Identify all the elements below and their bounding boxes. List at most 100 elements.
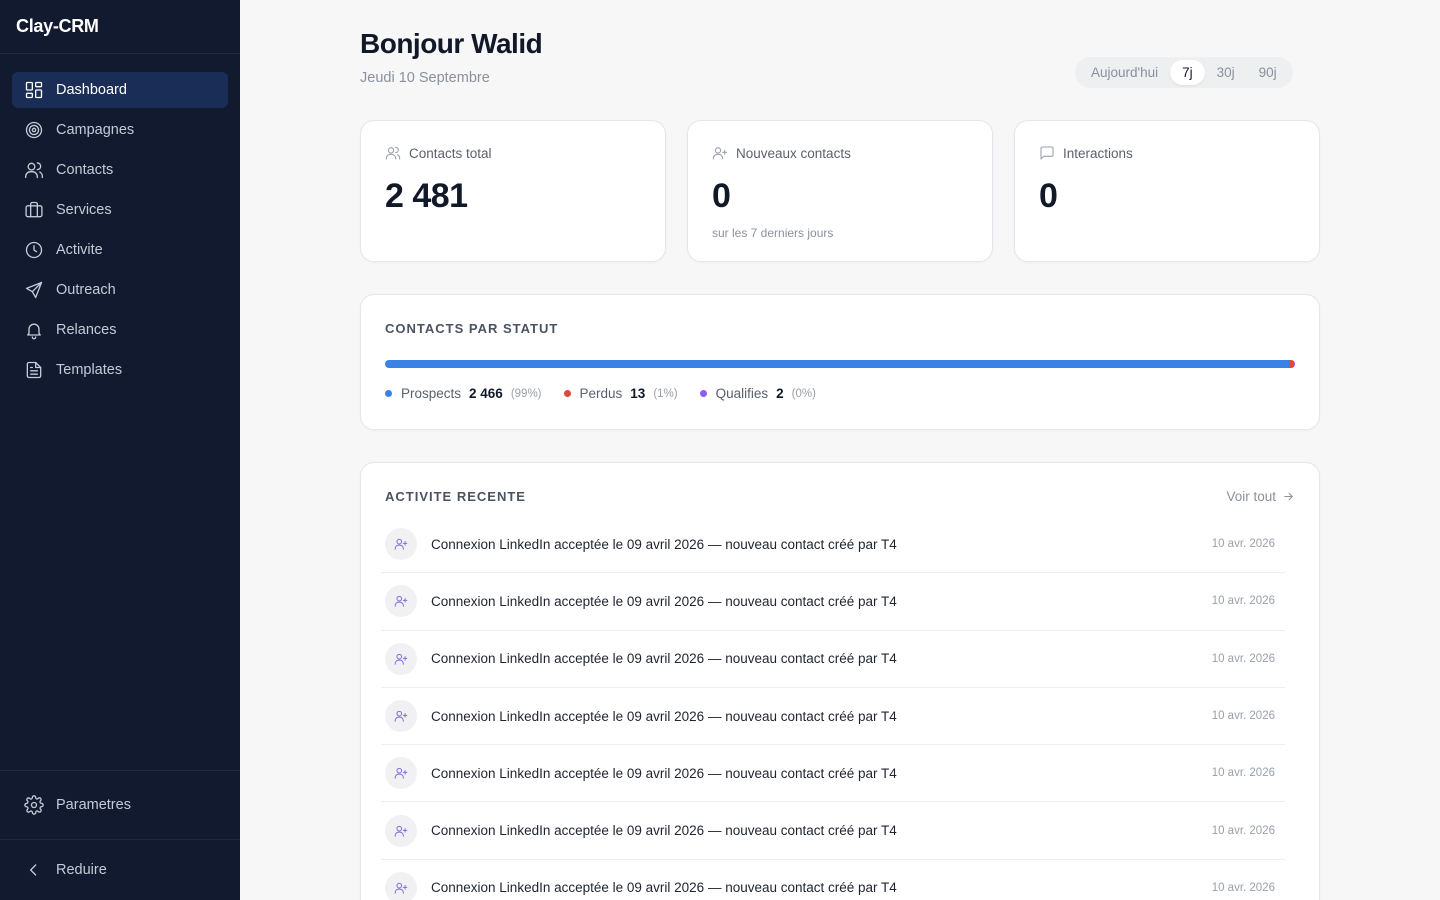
activity-time: 10 avr. 2026 — [1211, 538, 1275, 551]
see-all-label: Voir tout — [1226, 489, 1276, 504]
activity-row[interactable]: Connexion LinkedIn acceptée le 09 avril … — [381, 745, 1285, 803]
activity-time: 10 avr. 2026 — [1211, 595, 1275, 608]
legend-count: 13 — [630, 386, 646, 401]
user-plus-icon — [394, 825, 408, 837]
sidebar-item-label: Relances — [56, 322, 117, 338]
activity-text: Connexion LinkedIn acceptée le 09 avril … — [431, 536, 897, 552]
activity-time: 10 avr. 2026 — [1211, 652, 1275, 665]
activity-time: 10 avr. 2026 — [1211, 824, 1275, 837]
stat-card-contacts-total: Contacts total 2 481 — [360, 120, 666, 262]
status-segment-prospects — [385, 360, 1290, 368]
sidebar-item-outreach[interactable]: Outreach — [12, 272, 228, 308]
activity-avatar — [385, 871, 417, 900]
activity-text: Connexion LinkedIn acceptée le 09 avril … — [431, 593, 897, 609]
page-title: Bonjour Walid — [360, 28, 543, 59]
section-title: CONTACTS PAR STATUT — [385, 321, 559, 336]
sidebar-item-label: Outreach — [56, 282, 116, 298]
arrow-right-icon — [1284, 492, 1293, 501]
legend-dot — [385, 390, 392, 397]
stat-label: Interactions — [1063, 145, 1133, 161]
legend-item-qualifies: Qualifies 2 (0%) — [699, 386, 816, 401]
sidebar-item-label: Activite — [56, 242, 103, 258]
activity-avatar — [385, 700, 417, 733]
sidebar-item-label: Parametres — [56, 797, 131, 813]
user-plus-icon — [394, 538, 408, 550]
legend-percent: (99%) — [510, 387, 542, 400]
legend-name: Perdus — [579, 386, 623, 401]
collapse-sidebar-button[interactable]: Reduire — [12, 852, 228, 888]
users-icon — [385, 146, 401, 160]
activity-text: Connexion LinkedIn acceptée le 09 avril … — [431, 651, 897, 667]
status-segment-qualifies — [1294, 360, 1295, 368]
sidebar-item-relances[interactable]: Relances — [12, 312, 228, 348]
sidebar-footer: Parametres Reduire — [0, 770, 240, 900]
sidebar-item-activite[interactable]: Activite — [12, 232, 228, 268]
collapse-label: Reduire — [56, 862, 107, 878]
sidebar-item-campagnes[interactable]: Campagnes — [12, 112, 228, 148]
file-icon — [24, 360, 44, 380]
dashboard-icon — [24, 80, 44, 100]
sidebar-item-parametres[interactable]: Parametres — [12, 787, 228, 823]
target-icon — [24, 120, 44, 140]
range-option-7d[interactable]: 7j — [1170, 60, 1205, 85]
clock-icon — [24, 240, 44, 260]
activity-text: Connexion LinkedIn acceptée le 09 avril … — [431, 708, 897, 724]
legend-name: Qualifies — [715, 386, 769, 401]
activity-avatar — [385, 642, 417, 675]
sidebar-item-label: Services — [56, 202, 112, 218]
message-icon — [1040, 146, 1054, 160]
main-content: Bonjour Walid Jeudi 10 Septembre Aujourd… — [240, 0, 1440, 900]
range-option-90d[interactable]: 90j — [1247, 60, 1289, 85]
range-option-30d[interactable]: 30j — [1205, 60, 1247, 85]
bell-icon — [24, 320, 44, 340]
activity-row[interactable]: Connexion LinkedIn acceptée le 09 avril … — [381, 802, 1285, 860]
legend-item-prospects: Prospects 2 466 (99%) — [385, 386, 542, 401]
stat-value: 0 — [712, 177, 731, 215]
stat-label: Nouveaux contacts — [736, 145, 851, 161]
current-date: Jeudi 10 Septembre — [360, 70, 490, 86]
activity-row[interactable]: Connexion LinkedIn acceptée le 09 avril … — [381, 688, 1285, 746]
sidebar-item-services[interactable]: Services — [12, 192, 228, 228]
sidebar-item-label: Dashboard — [56, 82, 127, 98]
section-title: ACTIVITE RECENTE — [385, 489, 526, 504]
users-icon — [24, 160, 44, 180]
activity-text: Connexion LinkedIn acceptée le 09 avril … — [431, 765, 897, 781]
activity-text: Connexion LinkedIn acceptée le 09 avril … — [431, 880, 897, 896]
date-range-selector: Aujourd'hui 7j 30j 90j — [1075, 57, 1293, 88]
see-all-link[interactable]: Voir tout — [1226, 489, 1295, 504]
activity-avatar — [385, 528, 417, 561]
sidebar: Clay-CRM Dashboard Campagnes Contacts Se… — [0, 0, 240, 900]
status-progress-bar — [385, 360, 1295, 368]
user-plus-icon — [394, 710, 408, 722]
user-plus-icon — [394, 768, 408, 780]
sidebar-nav: Dashboard Campagnes Contacts Services Ac… — [0, 54, 240, 388]
legend-dot — [563, 390, 571, 397]
legend-percent: (0%) — [791, 387, 816, 400]
legend-count: 2 466 — [469, 386, 503, 401]
send-icon — [24, 280, 44, 300]
sidebar-item-contacts[interactable]: Contacts — [12, 152, 228, 188]
legend-percent: (1%) — [653, 387, 678, 400]
stat-card-interactions: Interactions 0 — [1014, 120, 1320, 262]
stat-value: 2 481 — [385, 177, 468, 215]
activity-time: 10 avr. 2026 — [1211, 881, 1275, 894]
sidebar-item-label: Templates — [56, 362, 123, 378]
activity-row[interactable]: Connexion LinkedIn acceptée le 09 avril … — [381, 573, 1285, 631]
sidebar-item-dashboard[interactable]: Dashboard — [12, 72, 228, 108]
activity-avatar — [385, 757, 417, 790]
legend-name: Prospects — [401, 386, 462, 401]
activity-row[interactable]: Connexion LinkedIn acceptée le 09 avril … — [381, 516, 1285, 574]
activity-avatar — [385, 585, 417, 618]
activity-row[interactable]: Connexion LinkedIn acceptée le 09 avril … — [381, 860, 1285, 900]
range-option-today[interactable]: Aujourd'hui — [1079, 60, 1170, 85]
activity-time: 10 avr. 2026 — [1211, 767, 1275, 780]
gear-icon — [24, 795, 44, 815]
activity-row[interactable]: Connexion LinkedIn acceptée le 09 avril … — [381, 631, 1285, 688]
legend-count: 2 — [776, 386, 784, 401]
legend-item-perdus: Perdus 13 (1%) — [563, 386, 678, 401]
contacts-by-status-card: CONTACTS PAR STATUT Prospects 2 466 (99%… — [360, 294, 1320, 430]
activity-text: Connexion LinkedIn acceptée le 09 avril … — [431, 823, 897, 839]
app-logo[interactable]: Clay-CRM — [0, 0, 240, 54]
stat-card-new-contacts: Nouveaux contacts 0 sur les 7 derniers j… — [687, 120, 993, 262]
sidebar-item-templates[interactable]: Templates — [12, 352, 228, 388]
